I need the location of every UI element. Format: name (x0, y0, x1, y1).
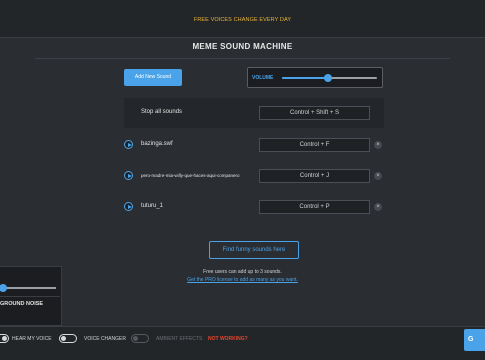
toggle-knob (2, 336, 7, 341)
stop-all-label: Stop all sounds (141, 109, 183, 115)
sound-name: pero-madre-mia-willy-que-haces-aqui-comp… (141, 173, 240, 178)
free-limit-note: Free users can add up to 3 sounds. (203, 269, 282, 275)
sound-shortcut-field[interactable]: Control + P (259, 200, 370, 214)
background-noise-slider-thumb[interactable] (0, 284, 7, 292)
background-noise-slider[interactable] (0, 284, 56, 292)
volume-slider[interactable] (282, 74, 377, 82)
hear-my-voice-toggle[interactable] (0, 334, 9, 343)
remove-icon[interactable]: × (374, 141, 382, 149)
volume-label: VOLUME (252, 75, 274, 81)
toggle-knob (61, 336, 66, 341)
ambient-effects-toggle[interactable] (131, 334, 149, 343)
stop-all-shortcut-field[interactable]: Control + Shift + S (259, 106, 370, 120)
pro-license-link[interactable]: Get the PRO license to add as many as yo… (0, 277, 485, 283)
find-sounds-button[interactable]: Find funny sounds here (209, 241, 299, 259)
remove-icon[interactable]: × (374, 172, 382, 180)
page-title: MEME SOUND MACHINE (192, 42, 293, 51)
volume-control: VOLUME (247, 67, 383, 88)
toggle-knob (133, 336, 138, 341)
ambient-effects-label: AMBIENT EFFECTS (156, 336, 203, 342)
panel-divider (0, 296, 60, 297)
voice-changer-label: VOICE CHANGER (84, 336, 126, 342)
background-noise-label: GROUND NOISE (0, 301, 44, 307)
sound-name: bazinga.swf (141, 141, 173, 147)
stop-all-row: Stop all sounds Control + Shift + S (124, 98, 384, 128)
volume-slider-fill (282, 77, 328, 79)
promo-text: FREE VOICES CHANGE EVERY DAY (193, 17, 292, 23)
sound-row: bazinga.swf Control + F × (124, 137, 384, 153)
sound-name: tuturu_1 (141, 203, 164, 209)
background-noise-panel: GROUND NOISE (0, 266, 62, 326)
sound-shortcut-field[interactable]: Control + J (259, 169, 370, 183)
voice-changer-toggle[interactable] (59, 334, 77, 343)
bottom-bar: HEAR MY VOICE VOICE CHANGER AMBIENT EFFE… (0, 326, 485, 360)
not-working-link[interactable]: NOT WORKING? (208, 336, 248, 342)
sound-row: tuturu_1 Control + P × (124, 199, 384, 215)
hear-my-voice-label: HEAR MY VOICE (12, 336, 52, 342)
play-icon[interactable] (124, 202, 133, 211)
play-icon[interactable] (124, 140, 133, 149)
title-divider (35, 58, 450, 59)
remove-icon[interactable]: × (374, 203, 382, 211)
add-new-sound-button[interactable]: Add New Sound (124, 69, 182, 86)
volume-slider-thumb[interactable] (323, 74, 332, 82)
go-button[interactable]: G (464, 329, 485, 351)
play-icon[interactable] (124, 171, 133, 180)
sound-row: pero-madre-mia-willy-que-haces-aqui-comp… (124, 168, 384, 184)
top-banner: FREE VOICES CHANGE EVERY DAY (0, 0, 485, 38)
sound-shortcut-field[interactable]: Control + F (259, 138, 370, 152)
